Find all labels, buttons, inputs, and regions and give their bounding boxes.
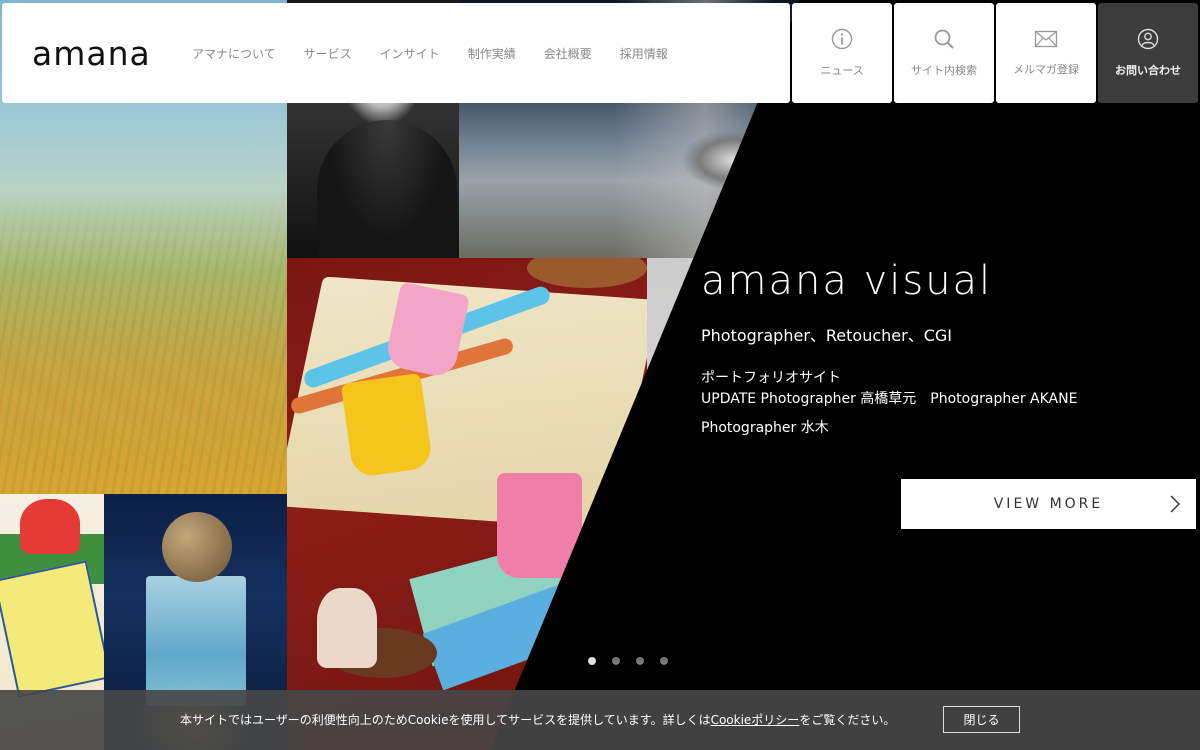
contact-label: お問い合わせ (1115, 64, 1181, 77)
nav-item-about[interactable]: アマナについて (192, 45, 276, 62)
site-search-button[interactable]: サイト内検索 (894, 3, 994, 103)
portfolio-label: ポートフォリオサイト (701, 370, 841, 386)
view-more-button[interactable]: VIEW MORE (901, 479, 1196, 529)
view-more-label: VIEW MORE (993, 496, 1104, 512)
hero-subtitle: Photographer、Retoucher、CGI (701, 326, 952, 345)
news-label: ニュース (820, 64, 864, 77)
hero-section: amana visual Photographer、Retoucher、CGI … (0, 0, 1200, 750)
photographer-line: Photographer 水木 (701, 420, 829, 436)
cookie-message-after: をご覧ください。 (799, 713, 896, 727)
nav-item-company[interactable]: 会社概要 (544, 45, 592, 62)
hero-description: ポートフォリオサイト UPDATE Photographer 高橋草元 Phot… (701, 368, 1077, 410)
carousel-dots (588, 657, 668, 665)
cookie-message: 本サイトではユーザーの利便性向上のためCookieを使用してサービスを提供してい… (180, 711, 895, 728)
carousel-dot-4[interactable] (660, 657, 668, 665)
nav-item-works[interactable]: 制作実績 (468, 45, 516, 62)
cookie-close-button[interactable]: 閉じる (943, 706, 1020, 733)
newsletter-button[interactable]: メルマガ登録 (996, 3, 1096, 103)
amana-logo[interactable]: amana (32, 37, 156, 70)
hero-image-collage (0, 0, 800, 750)
info-icon (831, 28, 853, 50)
cookie-message-before: 本サイトではユーザーの利便性向上のためCookieを使用してサービスを提供してい… (180, 713, 711, 727)
contact-button[interactable]: お問い合わせ (1098, 3, 1198, 103)
mail-icon (1034, 30, 1058, 48)
hero-title: amana visual (701, 258, 993, 304)
nav-item-insight[interactable]: インサイト (380, 45, 440, 62)
nav-item-services[interactable]: サービス (304, 45, 352, 62)
search-icon (934, 29, 954, 49)
nav-item-recruit[interactable]: 採用情報 (620, 45, 668, 62)
cookie-policy-link[interactable]: Cookieポリシー (711, 713, 800, 727)
carousel-dot-1[interactable] (588, 657, 596, 665)
carousel-dot-2[interactable] (612, 657, 620, 665)
update-line: UPDATE Photographer 高橋草元 Photographer AK… (701, 391, 1078, 407)
stationery-cups-photo (287, 258, 647, 750)
carousel-dot-3[interactable] (636, 657, 644, 665)
search-label: サイト内検索 (911, 64, 977, 77)
user-icon (1137, 28, 1159, 50)
global-nav: アマナについて サービス インサイト 制作実績 会社概要 採用情報 (192, 45, 696, 62)
site-header: amana アマナについて サービス インサイト 制作実績 会社概要 採用情報 (2, 3, 790, 103)
newsletter-label: メルマガ登録 (1013, 63, 1079, 76)
cookie-bar: 本サイトではユーザーの利便性向上のためCookieを使用してサービスを提供してい… (0, 690, 1200, 750)
news-button[interactable]: ニュース (792, 3, 892, 103)
chevron-right-icon (1170, 495, 1180, 513)
